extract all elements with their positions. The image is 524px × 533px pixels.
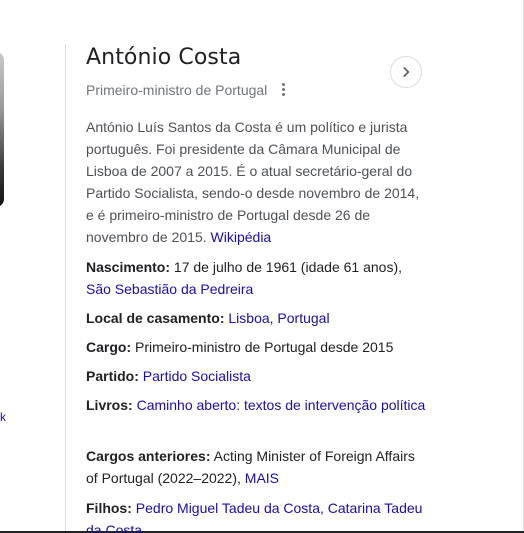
more-link[interactable]: MAIS [245, 470, 279, 486]
fact-cargos-anteriores: Cargos anteriores: Acting Minister of Fo… [86, 445, 426, 489]
fact-link[interactable]: Pedro Miguel Tadeu da Costa, Catarina Ta… [86, 500, 422, 533]
fact-partido: Partido: Partido Socialista [86, 365, 426, 387]
next-button[interactable] [390, 56, 422, 88]
fact-livros: Livros: Caminho aberto: textos de interv… [86, 394, 426, 416]
fact-casamento: Local de casamento: Lisboa, Portugal [86, 307, 426, 329]
fact-link[interactable]: Partido Socialista [143, 368, 251, 384]
fact-cargo: Cargo: Primeiro-ministro de Portugal des… [86, 336, 426, 358]
fact-value: Primeiro-ministro de Portugal desde 2015 [135, 339, 394, 355]
description-text: António Luís Santos da Costa é um políti… [86, 119, 420, 245]
wikipedia-link[interactable]: Wikipédia [211, 229, 272, 245]
fact-value: 17 de julho de 1961 (idade 61 anos), [173, 259, 402, 275]
left-link-fragment[interactable]: k [0, 410, 6, 424]
fact-filhos: Filhos: Pedro Miguel Tadeu da Costa, Cat… [86, 497, 426, 533]
fact-link[interactable]: São Sebastião da Pedreira [86, 281, 253, 297]
fact-link[interactable]: Caminho aberto: textos de intervenção po… [137, 397, 426, 413]
fact-label: Cargo: [86, 339, 132, 355]
chevron-right-icon [403, 67, 410, 77]
fact-nascimento: Nascimento: 17 de julho de 1961 (idade 6… [86, 256, 426, 300]
fact-link[interactable]: Lisboa, Portugal [228, 310, 329, 326]
entity-description: António Luís Santos da Costa é um políti… [86, 116, 420, 248]
fact-label: Partido: [86, 368, 139, 384]
fact-label: Local de casamento: [86, 310, 225, 326]
column-divider [65, 44, 66, 533]
entity-image[interactable] [0, 52, 4, 207]
fact-label: Filhos: [86, 500, 132, 516]
more-vert-icon[interactable] [277, 80, 289, 98]
fact-label: Nascimento: [86, 259, 171, 275]
entity-subtitle: Primeiro-ministro de Portugal [86, 82, 268, 98]
fact-label: Livros: [86, 397, 133, 413]
entity-title: António Costa [86, 45, 242, 70]
knowledge-panel-page: k António Costa Primeiro-ministro de Por… [0, 0, 524, 533]
fact-label: Cargos anteriores: [86, 448, 211, 464]
